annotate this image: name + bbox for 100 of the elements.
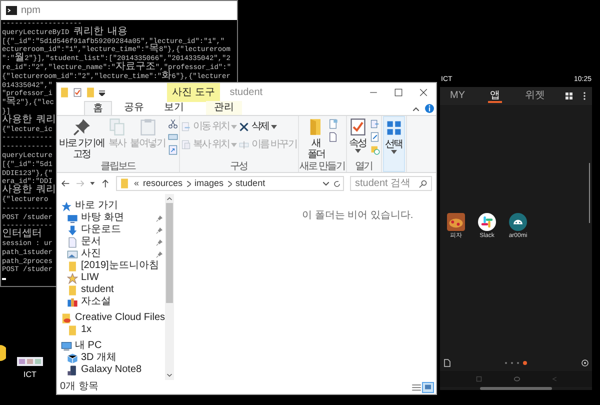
nav-item[interactable]: 사진: [81, 248, 101, 260]
delete-button[interactable]: 삭제: [239, 121, 296, 133]
window-title: student: [230, 86, 264, 100]
chevron-up-icon: [167, 197, 172, 200]
grid-icon: [565, 92, 573, 100]
nav-item[interactable]: 내 PC: [75, 340, 102, 352]
star-icon: [61, 200, 72, 212]
search-icon: [418, 180, 427, 188]
nav-item[interactable]: Galaxy Note8: [81, 364, 142, 376]
phone-tab[interactable]: MY: [448, 90, 467, 102]
folder-icon: [59, 87, 70, 98]
chevron-right-icon: [186, 180, 191, 186]
caret-icon: [390, 150, 397, 154]
details-view-button[interactable]: [410, 382, 422, 392]
home-icon: [512, 376, 520, 382]
nav-item[interactable]: [2019]눈뜨니아침: [81, 260, 159, 272]
maximize-icon: [394, 88, 403, 97]
app-icon: [447, 213, 465, 231]
caret-icon: [231, 125, 238, 129]
thumbnail-icon: [17, 357, 43, 366]
breadcrumb[interactable]: images: [194, 176, 224, 190]
caret-icon: [270, 125, 277, 129]
chevron-down-icon: [322, 182, 329, 186]
edit-page-icon: [443, 359, 451, 367]
select-button[interactable]: 선택: [382, 116, 405, 172]
scroll-indicator: [589, 163, 590, 223]
nav-item[interactable]: 3D 개체: [81, 352, 117, 364]
ribbon-tab[interactable]: 공유: [116, 101, 152, 115]
close-icon: [419, 88, 428, 97]
empty-folder-message: 이 폴더는 비어 있습니다.: [302, 210, 414, 221]
list-icon: [412, 384, 420, 390]
group-label: 새로 만들기: [300, 161, 345, 172]
nav-item[interactable]: 다운로드: [81, 224, 121, 236]
phone-tab[interactable]: 앱: [488, 90, 502, 102]
address-bar[interactable]: « resources images student: [116, 176, 344, 191]
clipboard-icon: [138, 118, 157, 136]
folder-icon: [67, 260, 78, 272]
document-icon: [67, 236, 78, 248]
up-icon: [101, 179, 110, 188]
nav-item[interactable]: 바탕 화면: [81, 212, 124, 224]
settings-icon: [581, 359, 589, 367]
pin-button[interactable]: 바로 가기에 고정: [58, 116, 106, 160]
scissors-icon: [168, 119, 178, 129]
group-label: 구성: [230, 161, 248, 172]
pictures-icon: [67, 248, 78, 260]
overflow-mark: «: [134, 176, 140, 190]
nav-item[interactable]: 자소설: [81, 296, 111, 308]
folder-icon: [67, 324, 78, 336]
coin-icon: [0, 345, 6, 361]
copy-icon: [108, 118, 126, 136]
properties-button[interactable]: 속성: [348, 116, 368, 153]
refresh-icon: [332, 180, 341, 188]
thumbnail-view-button[interactable]: [422, 382, 434, 392]
computer-icon: [61, 340, 72, 352]
console-line: 인터셉터: [2, 231, 42, 240]
caret-icon: [90, 182, 96, 185]
move-icon: [181, 122, 191, 132]
console-line: 사용한 쿼리: [2, 187, 56, 196]
copy-to-icon: [181, 140, 191, 150]
newfolder-button[interactable]: 새 폴더: [306, 116, 326, 160]
more-icon: [583, 92, 586, 100]
nav-item[interactable]: 1x: [81, 324, 92, 336]
nav-item[interactable]: 문서: [81, 236, 101, 248]
slack-icon: [478, 213, 496, 231]
pin-icon: [72, 118, 91, 136]
star-icon: [67, 272, 78, 284]
app-icon: [67, 296, 78, 308]
grid-icon: [384, 119, 403, 137]
download-icon: [67, 224, 78, 236]
properties-icon: [73, 88, 82, 97]
nav-item[interactable]: 바로 가기: [75, 200, 118, 212]
forward-icon: [76, 179, 84, 188]
open-icon: [370, 119, 380, 129]
history-icon: [370, 145, 380, 155]
ribbon-tab[interactable]: 보기: [156, 101, 192, 115]
scroll-thumb[interactable]: [166, 203, 173, 303]
breadcrumb[interactable]: student: [236, 176, 266, 190]
cursor: [2, 278, 6, 280]
group-label: 클립보드: [100, 161, 136, 172]
phone-icon: [67, 364, 78, 376]
status-text: 0개 항목: [60, 381, 98, 393]
recents-icon: [476, 376, 482, 382]
search-field[interactable]: student 검색: [350, 176, 432, 191]
window-title: npm: [21, 4, 40, 18]
nav-item[interactable]: LIW: [81, 272, 99, 284]
chevron-up-icon: [413, 106, 419, 110]
chevron-right-icon: [228, 180, 232, 186]
caret-icon: [231, 143, 238, 147]
phone-tab[interactable]: 위젯: [523, 90, 547, 102]
help-icon: [425, 104, 434, 113]
breadcrumb[interactable]: resources: [143, 176, 183, 190]
thumbnail-icon: [424, 384, 432, 390]
document-icon: [328, 132, 338, 142]
ribbon-tab[interactable]: 관리: [206, 101, 242, 115]
icon-label: ICT: [24, 370, 36, 380]
caret-icon: [354, 149, 361, 153]
nav-item[interactable]: Creative Cloud Files: [75, 312, 166, 324]
ribbon-tab[interactable]: 홈: [84, 101, 112, 115]
folder-icon: [119, 178, 130, 189]
nav-item[interactable]: student: [81, 284, 114, 296]
